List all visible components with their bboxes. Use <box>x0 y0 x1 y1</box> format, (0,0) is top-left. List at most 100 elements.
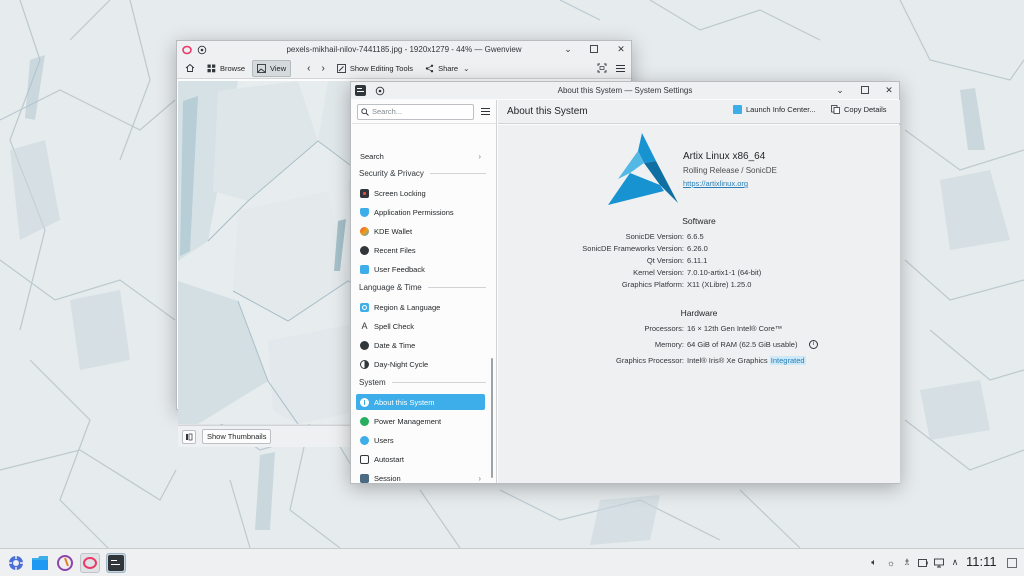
next-button[interactable]: › <box>317 60 328 77</box>
search-field[interactable] <box>357 103 474 120</box>
sidebar-item-about-this-system[interactable]: About this System <box>356 394 485 410</box>
sidebar-item-application-permissions[interactable]: Application Permissions <box>356 204 485 220</box>
fullscreen-button[interactable] <box>593 60 611 77</box>
system-settings-window[interactable]: About this System — System Settings ⌄ ✕ … <box>350 81 900 484</box>
autostart-icon <box>360 454 369 464</box>
task-gwenview[interactable] <box>80 553 100 573</box>
distro-url-link[interactable]: https://artixlinux.org <box>683 179 748 188</box>
browser-button[interactable] <box>55 553 75 573</box>
chevron-up-icon[interactable]: ∧ <box>950 557 960 568</box>
editing-tools-icon <box>336 63 346 73</box>
row-value: 6.26.0 <box>687 244 708 253</box>
about-content: Artix Linux x86_64 Rolling Release / Son… <box>498 125 900 483</box>
launch-info-center-label: Launch Info Center... <box>746 105 816 114</box>
sidebar-item-screen-locking[interactable]: Screen Locking <box>356 185 485 201</box>
clock-icon <box>360 245 369 255</box>
sidebar-item-label: Users <box>374 435 394 445</box>
sidebar-item-power-management[interactable]: Power Management <box>356 413 485 429</box>
clock[interactable]: 11:11 <box>966 554 997 569</box>
launch-info-center-button[interactable]: Launch Info Center... <box>733 105 816 114</box>
row-key: Kernel Version: <box>633 268 684 277</box>
sidebar-item-label: Spell Check <box>374 321 415 331</box>
maximize-button[interactable] <box>588 43 600 55</box>
sidebar-item-users[interactable]: Users <box>356 432 485 448</box>
previous-button[interactable]: ‹ <box>303 60 314 77</box>
sidebar-scrollbar[interactable] <box>491 358 493 478</box>
info-icon[interactable]: i <box>809 340 818 349</box>
row-key: Graphics Processor: <box>616 356 684 365</box>
gwenview-titlebar[interactable]: pexels-mikhail-nilov-7441185.jpg - 1920x… <box>177 41 631 58</box>
sidebar-item-spell-check[interactable]: A Spell Check <box>356 318 485 334</box>
browse-button[interactable]: Browse <box>203 60 249 77</box>
info-icon <box>360 397 369 407</box>
brightness-icon[interactable]: ☼ <box>886 557 896 568</box>
minimize-button[interactable]: ⌄ <box>562 43 574 55</box>
browser-icon <box>57 555 73 571</box>
home-button[interactable] <box>181 60 199 77</box>
view-button[interactable]: View <box>252 59 292 77</box>
volume-icon[interactable]: 🔈︎ <box>869 557 879 568</box>
gwenview-icon <box>83 557 97 569</box>
software-row: Kernel Version: 7.0.10-artix1-1 (64-bit) <box>498 268 900 279</box>
close-button[interactable]: ✕ <box>615 43 627 55</box>
sidebar-item-autostart[interactable]: Autostart <box>356 451 485 467</box>
share-button[interactable]: Share ⌄ <box>421 60 473 77</box>
close-button[interactable]: ✕ <box>883 84 895 96</box>
sidebar-item-day-night-cycle[interactable]: Day-Night Cycle <box>356 356 485 372</box>
gwenview-toolbar: Browse View ‹ › Show Editing Tools Share… <box>177 58 631 79</box>
show-editing-tools-label: Show Editing Tools <box>349 63 414 73</box>
network-icon[interactable] <box>934 557 944 568</box>
gwenview-app-icon <box>182 45 192 55</box>
notifications-icon[interactable]: ♗ <box>902 557 912 568</box>
file-manager-button[interactable] <box>30 553 50 573</box>
gwenview-menu-button[interactable] <box>612 60 629 77</box>
screen-lock-icon <box>360 188 369 198</box>
sidebar-item-user-feedback[interactable]: User Feedback <box>356 261 485 277</box>
sidebar-toggle-button[interactable] <box>182 429 196 444</box>
row-value: 64 GiB of RAM (62.5 GiB usable) <box>687 340 798 349</box>
sidebar-item-session[interactable]: Session › <box>356 470 485 486</box>
software-heading: Software <box>682 216 716 226</box>
task-system-settings[interactable] <box>106 553 126 573</box>
sidebar-item-search[interactable]: Search › <box>356 148 485 164</box>
settings-titlebar[interactable]: About this System — System Settings ⌄ ✕ <box>351 82 899 99</box>
sidebar-item-region-language[interactable]: Region & Language <box>356 299 485 315</box>
row-value: 6.6.5 <box>687 232 704 241</box>
region-icon <box>360 302 369 312</box>
settings-window-title: About this System — System Settings <box>557 86 693 95</box>
chevron-left-icon: ‹ <box>307 62 311 74</box>
gpu-type-badge: Integrated <box>769 356 806 365</box>
row-value: X11 (XLibre) 1.25.0 <box>687 280 752 289</box>
system-settings-app-icon <box>355 85 366 96</box>
show-desktop-button[interactable] <box>1006 557 1018 568</box>
copy-details-button[interactable]: Copy Details <box>831 105 887 114</box>
pin-icon[interactable] <box>375 86 385 96</box>
chevron-right-icon: › <box>478 473 481 483</box>
spell-check-icon: A <box>361 320 368 331</box>
show-desktop-icon <box>1007 557 1017 568</box>
sidebar-item-label: Region & Language <box>374 302 441 312</box>
show-thumbnails-button[interactable]: Show Thumbnails <box>202 429 272 444</box>
chevron-down-icon: ⌄ <box>463 63 470 73</box>
search-input[interactable] <box>372 107 472 116</box>
software-row: Graphics Platform: X11 (XLibre) 1.25.0 <box>498 280 900 291</box>
battery-icon[interactable] <box>918 557 928 568</box>
software-row: Qt Version: 6.11.1 <box>498 256 900 267</box>
pin-icon[interactable] <box>197 45 207 55</box>
show-editing-tools-button[interactable]: Show Editing Tools <box>333 60 417 77</box>
application-launcher-button[interactable] <box>6 553 26 573</box>
sidebar-item-recent-files[interactable]: Recent Files <box>356 242 485 258</box>
hamburger-menu-icon[interactable] <box>481 108 490 115</box>
sidebar-item-kde-wallet[interactable]: KDE Wallet <box>356 223 485 239</box>
fullscreen-icon <box>597 63 607 73</box>
minimize-button[interactable]: ⌄ <box>834 84 846 96</box>
sidebar-item-label: Day-Night Cycle <box>374 359 429 369</box>
sidebar-item-label: Autostart <box>374 454 405 464</box>
maximize-button[interactable] <box>859 84 871 96</box>
distro-release: Rolling Release / SonicDE <box>683 166 777 175</box>
distro-name: Artix Linux x86_64 <box>683 151 766 162</box>
folder-icon <box>32 556 48 570</box>
sidebar-item-date-time[interactable]: Date & Time <box>356 337 485 353</box>
row-value: Intel® Iris® Xe Graphics Integrated <box>687 356 806 365</box>
artix-logo <box>608 133 678 205</box>
